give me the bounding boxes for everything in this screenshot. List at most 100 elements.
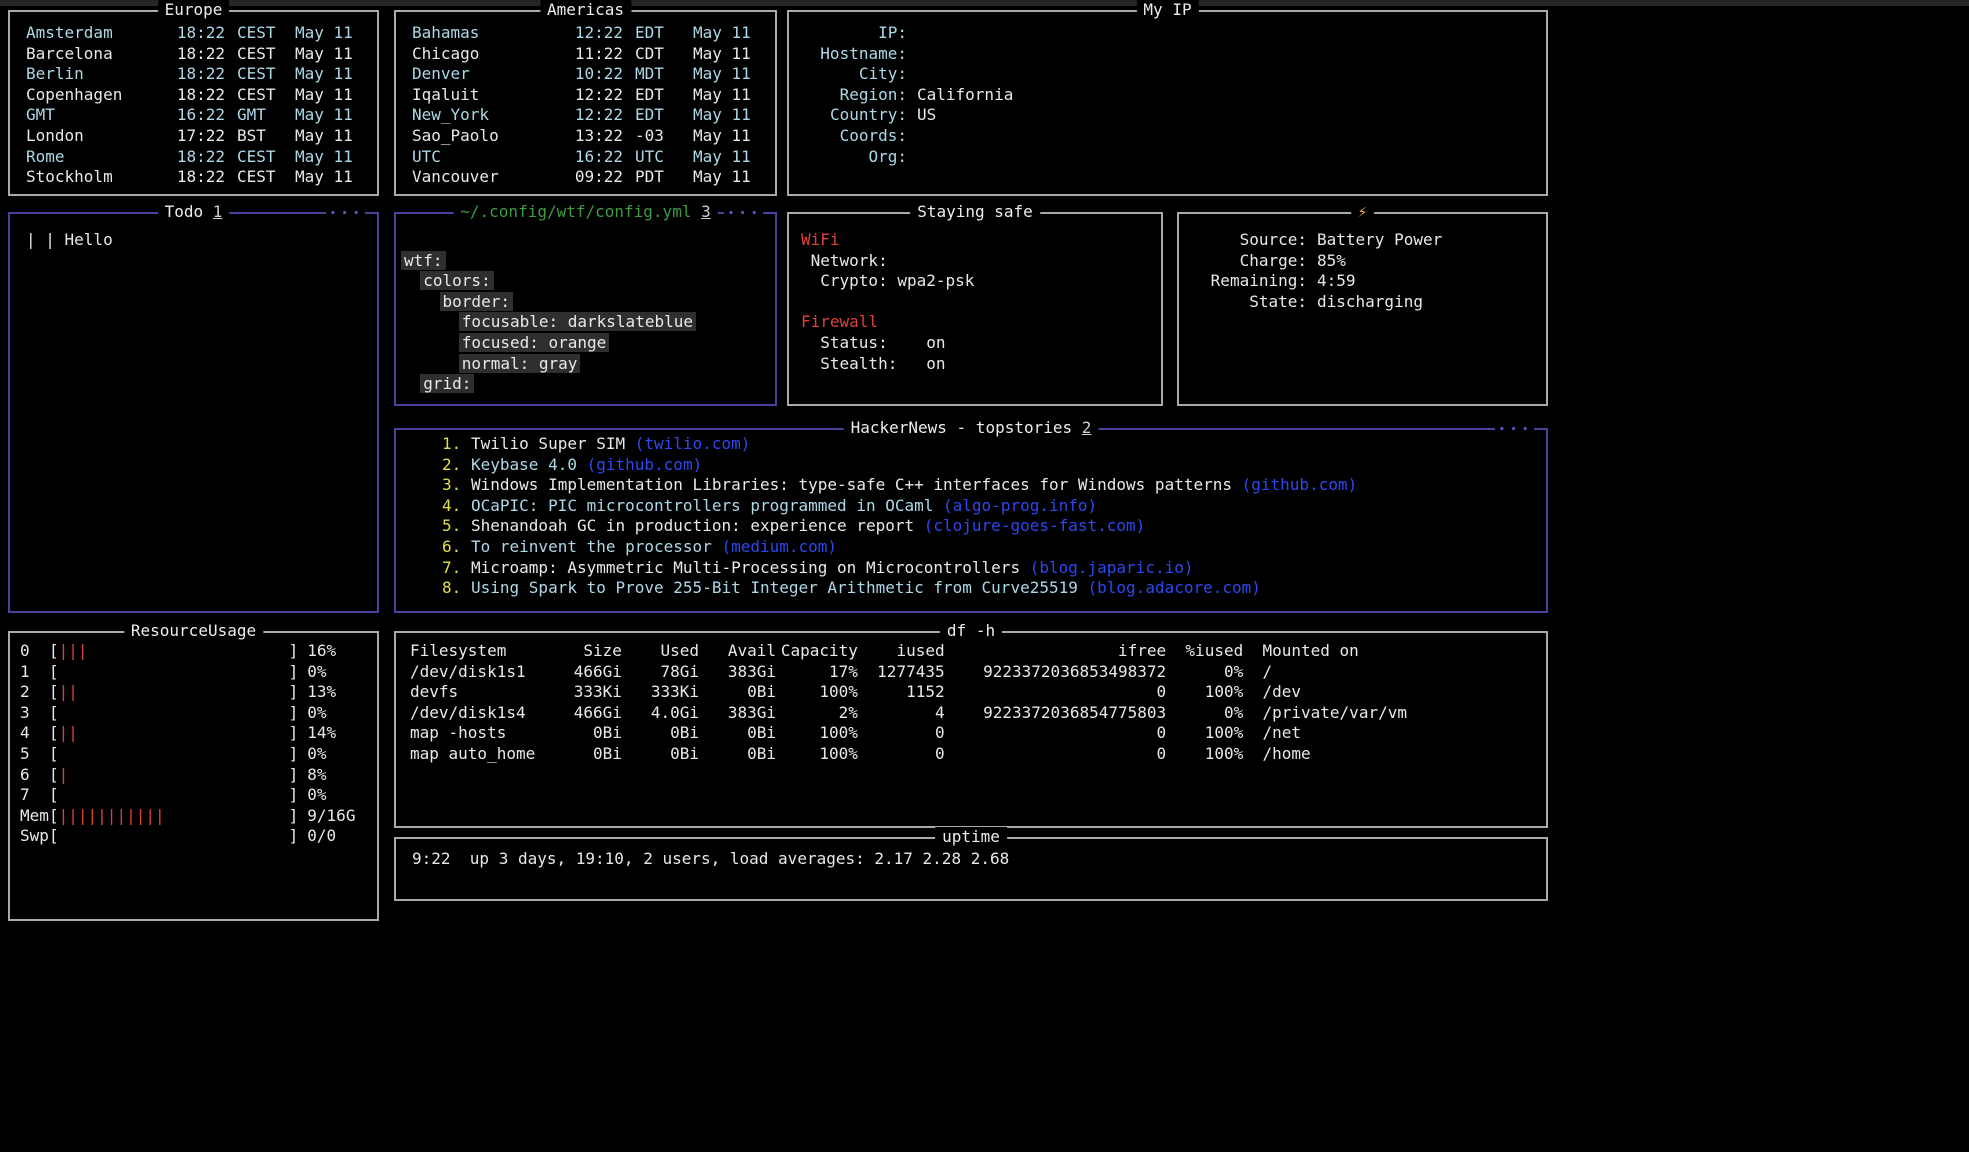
meter-bracket-close: ] bbox=[289, 826, 299, 847]
df-header-cell: iused bbox=[858, 641, 945, 662]
meter-label: Swp bbox=[20, 826, 49, 847]
ip-info-row: Hostname: bbox=[789, 44, 1546, 65]
config-line: focused: orange bbox=[401, 333, 775, 354]
clock-timezone: PDT bbox=[635, 167, 693, 188]
meter-bracket-open: [ bbox=[49, 662, 59, 683]
meter-row: 1[]0% bbox=[20, 662, 377, 683]
meter-row: 5[]0% bbox=[20, 744, 377, 765]
clock-time: 17:22 bbox=[167, 126, 225, 147]
battery-row: Remaining:4:59 bbox=[1179, 271, 1546, 292]
hn-story-domain: (clojure-goes-fast.com) bbox=[924, 516, 1146, 535]
df-cell: 0% bbox=[1166, 703, 1243, 724]
hn-story-domain: (blog.japaric.io) bbox=[1030, 558, 1194, 577]
clock-row: Sao_Paolo13:22-03May 11 bbox=[396, 126, 775, 147]
meter-bracket-open: [ bbox=[49, 785, 59, 806]
meter-value: 9/16G bbox=[307, 806, 355, 827]
df-cell: 17% bbox=[776, 662, 858, 683]
config-line: grid: bbox=[401, 374, 775, 395]
clock-city: Denver bbox=[412, 64, 565, 85]
clock-city: Rome bbox=[26, 147, 167, 168]
clock-row: Vancouver09:22PDTMay 11 bbox=[396, 167, 775, 188]
df-cell: 100% bbox=[1166, 682, 1243, 703]
panel-resource-usage-title: ResourceUsage bbox=[124, 621, 263, 642]
panel-battery: ⚡ Source:Battery PowerCharge:85%Remainin… bbox=[1177, 212, 1548, 406]
meter-row: 2[||]13% bbox=[20, 682, 377, 703]
clock-row: GMT16:22GMTMay 11 bbox=[10, 105, 377, 126]
clock-timezone: MDT bbox=[635, 64, 693, 85]
clock-date: May 11 bbox=[295, 44, 353, 65]
config-line-text: normal: gray bbox=[459, 354, 581, 373]
hn-story[interactable]: 5.Shenandoah GC in production: experienc… bbox=[442, 516, 1546, 537]
battery-value: 4:59 bbox=[1317, 271, 1356, 292]
hn-story-title: Using Spark to Prove 255-Bit Integer Ari… bbox=[471, 578, 1078, 597]
config-line: wtf: bbox=[401, 251, 775, 272]
safe-line: WiFi bbox=[801, 230, 1161, 251]
panel-resource-usage: ResourceUsage 0[|||]16%1[]0%2[||]13%3[]0… bbox=[8, 631, 379, 921]
meter-value: 14% bbox=[307, 723, 336, 744]
panel-config-yml[interactable]: ~/.config/wtf/config.yml 3 ··· wtf: colo… bbox=[394, 212, 777, 406]
battery-row: State:discharging bbox=[1179, 292, 1546, 313]
df-cell: 0Bi bbox=[545, 723, 622, 744]
config-line-text: border: bbox=[440, 292, 513, 311]
todo-item[interactable]: | | Hello bbox=[26, 230, 377, 251]
clock-time: 18:22 bbox=[167, 85, 225, 106]
clock-row: Berlin18:22CESTMay 11 bbox=[10, 64, 377, 85]
hn-story[interactable]: 2.Keybase 4.0 (github.com) bbox=[442, 455, 1546, 476]
panel-staying-safe: Staying safe WiFi Network: Crypto: wpa2-… bbox=[787, 212, 1163, 406]
meter-value: 13% bbox=[307, 682, 336, 703]
hn-story-domain: (blog.adacore.com) bbox=[1088, 578, 1261, 597]
window-top-edge bbox=[0, 0, 1969, 6]
clock-date: May 11 bbox=[295, 85, 353, 106]
df-cell: 0 bbox=[858, 723, 945, 744]
meter-bars: | bbox=[59, 765, 289, 786]
hn-story-title: Keybase 4.0 bbox=[471, 455, 577, 474]
ip-info-value: US bbox=[917, 105, 936, 126]
hn-story-title: Windows Implementation Libraries: type-s… bbox=[471, 475, 1232, 494]
meter-bracket-close: ] bbox=[289, 785, 299, 806]
ip-info-row: Org: bbox=[789, 147, 1546, 168]
battery-value: 85% bbox=[1317, 251, 1346, 272]
panel-todo[interactable]: Todo 1 ··· | | Hello bbox=[8, 212, 379, 613]
clock-date: May 11 bbox=[693, 64, 751, 85]
hn-story[interactable]: 3.Windows Implementation Libraries: type… bbox=[442, 475, 1546, 496]
clock-date: May 11 bbox=[693, 44, 751, 65]
hackernews-shortcut-key: 2 bbox=[1082, 418, 1092, 437]
clock-city: Vancouver bbox=[412, 167, 565, 188]
meter-bracket-open: [ bbox=[49, 744, 59, 765]
more-options-icon: ··· bbox=[724, 203, 763, 224]
meter-bracket-open: [ bbox=[49, 826, 59, 847]
meter-bars: ||||||||||| bbox=[59, 806, 289, 827]
df-cell: 100% bbox=[776, 682, 858, 703]
clock-row: Bahamas12:22EDTMay 11 bbox=[396, 23, 775, 44]
df-header-cell: ifree bbox=[945, 641, 1167, 662]
hn-story[interactable]: 6.To reinvent the processor (medium.com) bbox=[442, 537, 1546, 558]
ip-info-label: Region: bbox=[789, 85, 907, 106]
hn-story[interactable]: 8.Using Spark to Prove 255-Bit Integer A… bbox=[442, 578, 1546, 599]
meter-bars bbox=[59, 662, 289, 683]
battery-row: Charge:85% bbox=[1179, 251, 1546, 272]
safe-line: Stealth: on bbox=[801, 354, 1161, 375]
clock-time: 18:22 bbox=[167, 44, 225, 65]
europe-clock-list: Amsterdam18:22CESTMay 11Barcelona18:22CE… bbox=[10, 12, 377, 188]
df-cell: 4 bbox=[858, 703, 945, 724]
panel-hackernews[interactable]: HackerNews - topstories 2 ··· 1.Twilio S… bbox=[394, 428, 1548, 613]
meter-bracket-open: [ bbox=[49, 765, 59, 786]
hn-story[interactable]: 7.Microamp: Asymmetric Multi-Processing … bbox=[442, 558, 1546, 579]
safe-line: Firewall bbox=[801, 312, 1161, 333]
ip-info-label: Coords: bbox=[789, 126, 907, 147]
hn-story[interactable]: 4.OCaPIC: PIC microcontrollers programme… bbox=[442, 496, 1546, 517]
df-cell: 333Ki bbox=[622, 682, 699, 703]
meter-bracket-open: [ bbox=[49, 682, 59, 703]
hn-story-domain: (github.com) bbox=[587, 455, 703, 474]
df-cell: 0Bi bbox=[699, 744, 776, 765]
clock-row: Stockholm18:22CESTMay 11 bbox=[10, 167, 377, 188]
clock-time: 16:22 bbox=[167, 105, 225, 126]
df-cell: 4.0Gi bbox=[622, 703, 699, 724]
clock-date: May 11 bbox=[295, 167, 353, 188]
clock-city: Amsterdam bbox=[26, 23, 167, 44]
meter-bracket-close: ] bbox=[289, 723, 299, 744]
clock-city: Iqaluit bbox=[412, 85, 565, 106]
ip-info-row: Coords: bbox=[789, 126, 1546, 147]
df-header-cell: Avail bbox=[699, 641, 776, 662]
clock-date: May 11 bbox=[295, 147, 353, 168]
